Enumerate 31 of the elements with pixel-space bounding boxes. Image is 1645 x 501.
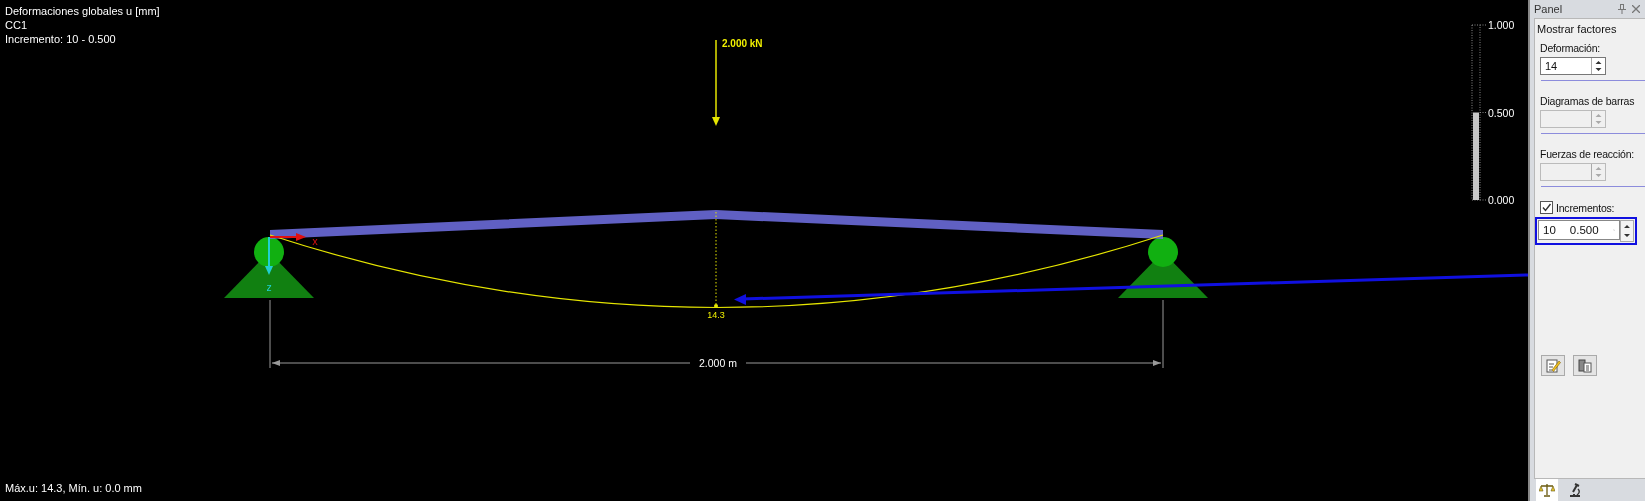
- scale-tick-label: 0.000: [1488, 194, 1515, 206]
- summary-label: Máx.u: 14.3, Mín. u: 0.0 mm: [5, 482, 142, 494]
- z-axis-label: z: [266, 282, 272, 293]
- field-label: Deformación:: [1540, 42, 1602, 54]
- increment-label: Incremento: 10 - 0.500: [5, 32, 117, 46]
- result-title: Deformaciones globales u [mm]: [5, 4, 160, 18]
- scale-tick-label: 0.500: [1488, 106, 1515, 119]
- spin-field[interactable]: 14: [1540, 57, 1606, 75]
- scale-tick-label: 1.000: [1488, 19, 1515, 31]
- microscope-icon: [1568, 483, 1582, 497]
- checkbox-label: Incrementos:: [1556, 201, 1615, 214]
- balance-icon: [1539, 483, 1555, 497]
- load-case-label: CC1: [5, 18, 28, 32]
- dimension-label: 2.000 m: [699, 357, 737, 369]
- edit-button[interactable]: [1541, 355, 1565, 376]
- field-label: Diagramas de barras: [1540, 95, 1636, 107]
- spin-buttons[interactable]: [1620, 220, 1634, 242]
- load-value-label: 2.000 kN: [722, 38, 763, 49]
- checkbox[interactable]: [1540, 201, 1553, 214]
- x-axis-label: x: [312, 236, 319, 247]
- close-icon[interactable]: [1632, 5, 1640, 13]
- x-axis-arrow: [269, 233, 306, 241]
- max-value-label: 14.3: [707, 310, 725, 320]
- section-heading: Mostrar factores: [1537, 23, 1618, 35]
- copy-button[interactable]: [1573, 355, 1597, 376]
- pin-icon[interactable]: [1618, 4, 1626, 14]
- increment-dropdown[interactable]: 10 0.500: [1538, 220, 1620, 240]
- field-label: Fuerzas de reacción:: [1540, 148, 1636, 160]
- panel-title: Panel: [1534, 3, 1564, 15]
- z-axis-arrow: [265, 236, 273, 275]
- max-point: [714, 304, 718, 308]
